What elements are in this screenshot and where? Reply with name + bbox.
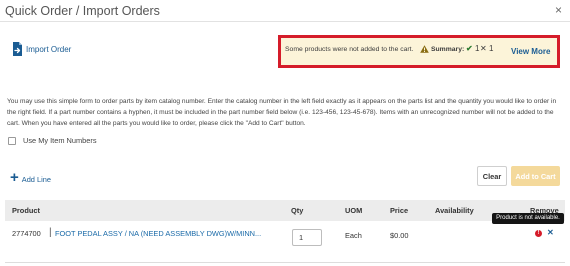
error-count: ✕ 1: [480, 44, 493, 53]
success-count-value: 1: [474, 44, 480, 53]
uom-value: Each: [345, 231, 362, 240]
availability-tooltip: Product is not available.: [492, 213, 564, 224]
clear-button[interactable]: Clear: [477, 166, 507, 186]
product-description-link[interactable]: FOOT PEDAL ASSY / NA (NEED ASSEMBLY DWG)…: [55, 229, 270, 238]
close-icon[interactable]: ×: [555, 3, 562, 17]
column-header-product: Product: [12, 206, 40, 215]
error-icon[interactable]: !: [535, 230, 542, 237]
cart-summary-notice: Some products were not added to the cart…: [278, 35, 560, 68]
view-more-link[interactable]: View More: [511, 47, 550, 56]
instructions-text: You may use this simple form to order pa…: [7, 98, 557, 127]
check-icon: ✔: [466, 44, 473, 53]
add-to-cart-button[interactable]: Add to Cart: [511, 166, 560, 186]
notice-summary-label: Summary:: [431, 46, 465, 53]
table-row: 2774700 | FOOT PEDAL ASSY / NA (NEED ASS…: [5, 221, 565, 255]
use-my-item-numbers-option[interactable]: Use My Item Numbers: [8, 136, 97, 145]
table-divider: [5, 262, 565, 263]
plus-icon: +: [10, 169, 19, 186]
quantity-input[interactable]: [292, 229, 322, 246]
column-header-uom: UOM: [345, 206, 363, 215]
part-number: 2774700: [12, 229, 41, 238]
column-header-qty: Qty: [291, 206, 304, 215]
use-my-item-numbers-checkbox[interactable]: [8, 136, 16, 145]
column-header-availability: Availability: [435, 206, 474, 215]
column-header-price: Price: [390, 206, 409, 215]
modal-title: Quick Order / Import Orders: [5, 4, 160, 18]
success-count: ✔ 1: [466, 44, 479, 53]
remove-icon[interactable]: ✕: [547, 228, 554, 237]
table-header: Product Qty UOM Price Availability Remov…: [5, 200, 565, 221]
import-order-label: Import Order: [26, 45, 72, 54]
add-line-label: Add Line: [21, 175, 51, 184]
use-my-item-numbers-label: Use My Item Numbers: [23, 136, 97, 145]
x-icon: ✕: [480, 44, 487, 53]
price-value: $0.00: [390, 231, 409, 240]
warning-icon: [420, 45, 429, 53]
file-import-icon: [13, 42, 22, 56]
import-order-link[interactable]: Import Order: [12, 42, 71, 57]
add-line-button[interactable]: + Add Line: [10, 169, 51, 186]
modal-header: Quick Order / Import Orders ×: [0, 0, 570, 22]
notice-message: Some products were not added to the cart…: [285, 46, 414, 53]
error-count-value: 1: [488, 44, 494, 53]
part-separator: |: [49, 227, 52, 238]
